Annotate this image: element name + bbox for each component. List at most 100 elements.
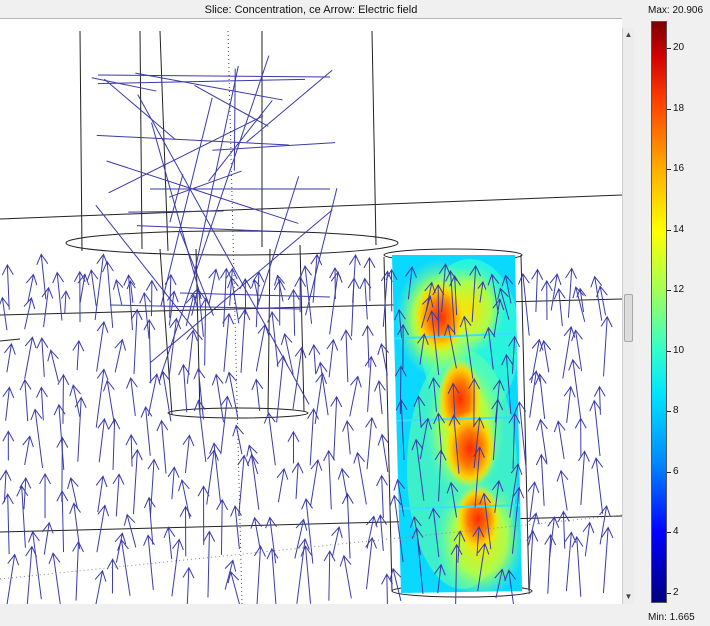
field-arrow bbox=[67, 476, 79, 509]
field-arrow bbox=[56, 490, 69, 553]
field-arrow bbox=[300, 545, 313, 604]
field-arrow bbox=[94, 569, 107, 605]
field-arrow bbox=[565, 267, 578, 318]
field-arrow bbox=[102, 260, 114, 328]
field-arrow bbox=[307, 408, 319, 466]
field-arrow bbox=[353, 451, 367, 505]
field-arrow bbox=[600, 315, 613, 377]
field-arrow bbox=[23, 296, 36, 330]
field-arrow bbox=[376, 474, 388, 518]
field-arrow bbox=[291, 461, 304, 500]
field-arrow bbox=[36, 386, 48, 421]
field-arrow bbox=[126, 376, 138, 416]
field-arrow bbox=[178, 363, 190, 413]
field-arrow bbox=[178, 479, 191, 519]
field-arrow bbox=[220, 395, 233, 455]
field-arrow bbox=[308, 343, 321, 375]
field-arrow bbox=[147, 373, 161, 417]
field-arrow bbox=[193, 399, 207, 462]
scroll-thumb[interactable] bbox=[624, 294, 633, 342]
field-arrow bbox=[186, 329, 199, 384]
field-arrow bbox=[527, 481, 540, 518]
field-arrow bbox=[310, 253, 323, 303]
field-arrow bbox=[179, 505, 192, 557]
field-arrow bbox=[168, 317, 182, 379]
colorbar-tick bbox=[667, 350, 671, 352]
field-arrow bbox=[123, 513, 137, 548]
field-line bbox=[104, 78, 176, 140]
field-arrow bbox=[544, 533, 557, 594]
field-arrow bbox=[589, 399, 602, 457]
field-arrow bbox=[227, 276, 240, 324]
field-arrow bbox=[599, 504, 611, 545]
field-arrow bbox=[280, 332, 294, 375]
field-arrow bbox=[254, 545, 266, 605]
field-arrow bbox=[250, 516, 263, 547]
field-arrow bbox=[373, 379, 386, 414]
field-arrow bbox=[211, 373, 225, 423]
field-arrow bbox=[156, 419, 169, 474]
colorbar-tick bbox=[667, 592, 671, 594]
colorbar-tick bbox=[667, 471, 671, 473]
field-arrow bbox=[2, 430, 15, 461]
field-arrow bbox=[339, 554, 352, 599]
field-arrow bbox=[60, 290, 71, 314]
field-arrow bbox=[182, 566, 195, 605]
field-arrow bbox=[72, 339, 85, 371]
field-arrow bbox=[263, 411, 276, 466]
field-arrow bbox=[329, 270, 343, 335]
field-line bbox=[159, 55, 270, 379]
colorbar-tick-label: 18 bbox=[673, 102, 685, 114]
field-arrow bbox=[590, 275, 603, 321]
field-line bbox=[137, 94, 310, 405]
scroll-up-icon[interactable]: ▲ bbox=[623, 28, 634, 42]
field-streak bbox=[97, 74, 331, 78]
field-arrow bbox=[0, 296, 10, 331]
field-arrow bbox=[255, 323, 270, 372]
field-line bbox=[208, 100, 273, 182]
field-arrow bbox=[591, 457, 604, 514]
field-line bbox=[256, 176, 300, 309]
field-line bbox=[128, 210, 224, 213]
field-arrow bbox=[97, 417, 110, 463]
plot-svg bbox=[0, 30, 622, 605]
colorbar-tick bbox=[667, 532, 671, 534]
colorbar-tick-label: 8 bbox=[673, 405, 679, 417]
colorbar-max-label: Max: 20.906 bbox=[648, 5, 704, 16]
field-arrow bbox=[593, 385, 606, 415]
field-arrow bbox=[349, 375, 362, 417]
field-arrow bbox=[553, 420, 566, 460]
field-arrow bbox=[562, 325, 576, 379]
field-arrow bbox=[377, 433, 390, 472]
field-arrow bbox=[381, 573, 393, 605]
field-line bbox=[96, 134, 289, 146]
field-arrow bbox=[287, 288, 300, 336]
vertical-scrollbar[interactable]: ▲ ▼ bbox=[622, 28, 634, 604]
field-arrow bbox=[6, 553, 20, 605]
field-arrow bbox=[72, 540, 84, 601]
bottom-bar bbox=[0, 604, 634, 626]
field-line bbox=[151, 122, 201, 297]
field-arrow bbox=[1, 493, 14, 555]
field-arrow bbox=[143, 318, 156, 384]
plot-canvas[interactable] bbox=[0, 18, 622, 605]
field-arrow bbox=[74, 396, 87, 462]
field-arrow bbox=[556, 469, 569, 511]
field-line bbox=[135, 72, 283, 101]
field-arrow bbox=[577, 450, 590, 505]
field-line bbox=[169, 174, 184, 223]
colorbar-tick bbox=[667, 229, 671, 231]
scroll-down-icon[interactable]: ▼ bbox=[623, 590, 634, 604]
field-arrow bbox=[375, 514, 388, 552]
colorbar-tick-label: 6 bbox=[673, 465, 679, 477]
field-arrow bbox=[86, 269, 99, 306]
field-arrow bbox=[48, 552, 61, 605]
field-arrow bbox=[276, 467, 289, 503]
field-arrow bbox=[571, 535, 584, 597]
field-arrow bbox=[36, 337, 49, 377]
field-arrow bbox=[112, 278, 124, 305]
field-arrow bbox=[25, 545, 38, 605]
field-arrow bbox=[24, 336, 37, 379]
colorbar-tick bbox=[667, 169, 671, 171]
field-arrow bbox=[171, 538, 184, 597]
